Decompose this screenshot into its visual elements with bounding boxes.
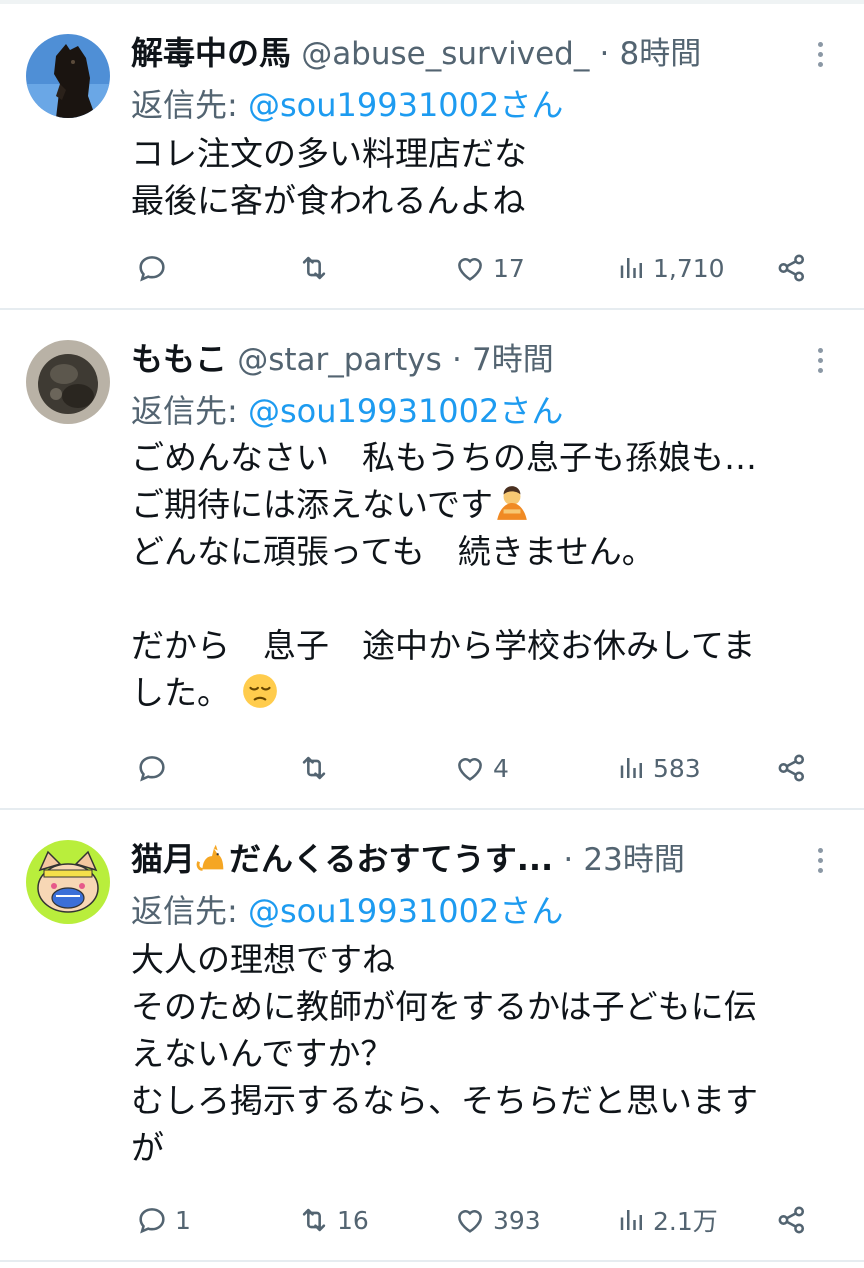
timestamp[interactable]: 7時間 <box>472 342 554 378</box>
share-button[interactable] <box>775 248 809 288</box>
text-line: えないんですか？ <box>131 1034 394 1073</box>
retweet-icon <box>302 756 326 780</box>
like-count: 17 <box>493 253 525 283</box>
text-line: ご期待には添えないです <box>131 481 836 528</box>
user-handle[interactable]: @abuse_survived_ <box>301 36 589 72</box>
tweet-2[interactable]: ももこ @star_partys · 7時間 返信先: @sou19931002… <box>0 310 864 810</box>
reply-button[interactable]: 1 <box>135 1200 191 1240</box>
tweet-header: 猫月 だんくるおすてうす... · 23時間 <box>131 836 804 882</box>
like-button[interactable]: 4 <box>453 748 509 788</box>
views-chart-icon <box>620 758 642 778</box>
action-bar: 17 1,710 <box>131 248 831 288</box>
text-line: 大人の理想ですね <box>131 940 395 979</box>
reply-prefix: 返信先: <box>131 392 238 430</box>
cartoon-cat-avatar[interactable] <box>26 840 110 924</box>
views-chart-icon <box>620 258 642 278</box>
heart-icon <box>458 1210 482 1233</box>
views-count: 1,710 <box>653 253 725 283</box>
views-count: 583 <box>653 753 701 783</box>
more-options-icon[interactable] <box>806 340 834 380</box>
share-icon <box>778 254 805 282</box>
reply-prefix: 返信先: <box>131 86 238 124</box>
text-line: そのために教師が何をするかは子どもに伝 <box>131 987 757 1026</box>
separator-dot: · <box>599 36 610 72</box>
like-count: 4 <box>493 753 509 783</box>
heart-icon <box>458 258 482 281</box>
reply-button[interactable] <box>135 248 175 288</box>
timestamp[interactable]: 23時間 <box>583 842 684 878</box>
reply-icon <box>139 1208 165 1234</box>
retweet-button[interactable]: 16 <box>297 1200 369 1240</box>
display-name-text: 猫月 <box>131 840 196 878</box>
reply-to-handle[interactable]: @sou19931002さん <box>248 892 563 930</box>
display-name[interactable]: 解毒中の馬 <box>131 34 291 72</box>
separator-dot: · <box>451 342 462 378</box>
reply-button[interactable] <box>135 748 175 788</box>
views-button[interactable]: 1,710 <box>617 248 725 288</box>
timestamp[interactable]: 8時間 <box>620 36 702 72</box>
text-line: どんなに頑張っても 続きません。 <box>131 532 655 571</box>
views-button[interactable]: 583 <box>617 748 701 788</box>
reply-to-line: 返信先: @sou19931002さん <box>131 888 563 934</box>
views-button[interactable]: 2.1万 <box>617 1200 718 1240</box>
tweet-text: コレ注文の多い料理店だな 最後に客が食われるんよね <box>131 130 836 224</box>
retweet-icon <box>302 1208 326 1232</box>
retweet-count: 16 <box>337 1205 369 1235</box>
share-button[interactable] <box>775 1200 809 1240</box>
views-count: 2.1万 <box>653 1207 718 1236</box>
text-line: した。 <box>131 669 836 716</box>
share-button[interactable] <box>775 748 809 788</box>
reply-prefix: 返信先: <box>131 892 238 930</box>
tweet-text: 大人の理想ですねそのために教師が何をするかは子どもに伝 えないんですか？ むしろ掲示… <box>131 936 836 1171</box>
pensive-face-emoji <box>242 674 277 708</box>
reply-to-handle[interactable]: @sou19931002さん <box>248 392 563 430</box>
reply-to-handle[interactable]: @sou19931002さん <box>248 86 563 124</box>
reply-icon <box>139 756 165 782</box>
like-button[interactable]: 393 <box>453 1200 541 1240</box>
separator-dot: · <box>563 842 574 878</box>
text-line: が <box>131 1128 164 1167</box>
tweet-text: ごめんなさい 私もうちの息子も孫娘も… ご期待には添えないですどんなに頑張っても … <box>131 434 836 716</box>
retweet-button[interactable] <box>297 748 337 788</box>
user-handle[interactable]: @star_partys <box>237 342 442 378</box>
display-name[interactable]: ももこ <box>131 340 227 378</box>
like-button[interactable]: 17 <box>453 248 525 288</box>
text-line: むしろ掲示するなら、そちらだと思います <box>131 1081 758 1120</box>
text-fragment: した。 <box>131 673 230 712</box>
tweet-header: ももこ @star_partys · 7時間 <box>131 336 804 382</box>
text-line: 最後に客が食われるんよね <box>131 181 526 220</box>
person-bowing-emoji <box>497 486 527 520</box>
horse-photo-avatar[interactable] <box>26 34 110 118</box>
more-options-icon[interactable] <box>806 840 834 880</box>
text-line: ごめんなさい 私もうちの息子も孫娘も… <box>131 438 758 477</box>
display-name[interactable]: 猫月 だんくるおすてうす... <box>131 840 553 878</box>
more-options-icon[interactable] <box>806 34 834 74</box>
retweet-icon <box>302 256 326 280</box>
cat-emoji <box>196 844 224 871</box>
text-line: ​ <box>131 575 836 622</box>
share-icon <box>778 754 805 782</box>
dark-photo-avatar[interactable] <box>26 340 110 424</box>
reply-icon <box>139 256 165 282</box>
share-icon <box>778 1206 805 1234</box>
display-name-text: だんくるおすてうす... <box>229 840 554 878</box>
text-fragment: ご期待には添えないです <box>131 485 494 524</box>
views-chart-icon <box>620 1210 642 1230</box>
action-bar: 1 16 393 2.1万 <box>131 1200 831 1240</box>
heart-icon <box>458 758 482 781</box>
reply-to-line: 返信先: @sou19931002さん <box>131 82 563 128</box>
reply-count: 1 <box>175 1205 191 1235</box>
like-count: 393 <box>493 1205 541 1235</box>
text-line: コレ注文の多い料理店だな <box>131 134 527 173</box>
tweet-1[interactable]: 解毒中の馬 @abuse_survived_ · 8時間 返信先: @sou19… <box>0 4 864 310</box>
retweet-button[interactable] <box>297 248 337 288</box>
action-bar: 4 583 <box>131 748 831 788</box>
tweet-3[interactable]: 猫月 だんくるおすてうす... · 23時間 返信先: @sou19931002さ… <box>0 810 864 1262</box>
text-line: だから 息子 途中から学校お休みしてま <box>131 626 756 665</box>
reply-to-line: 返信先: @sou19931002さん <box>131 388 563 434</box>
tweet-header: 解毒中の馬 @abuse_survived_ · 8時間 <box>131 30 804 76</box>
